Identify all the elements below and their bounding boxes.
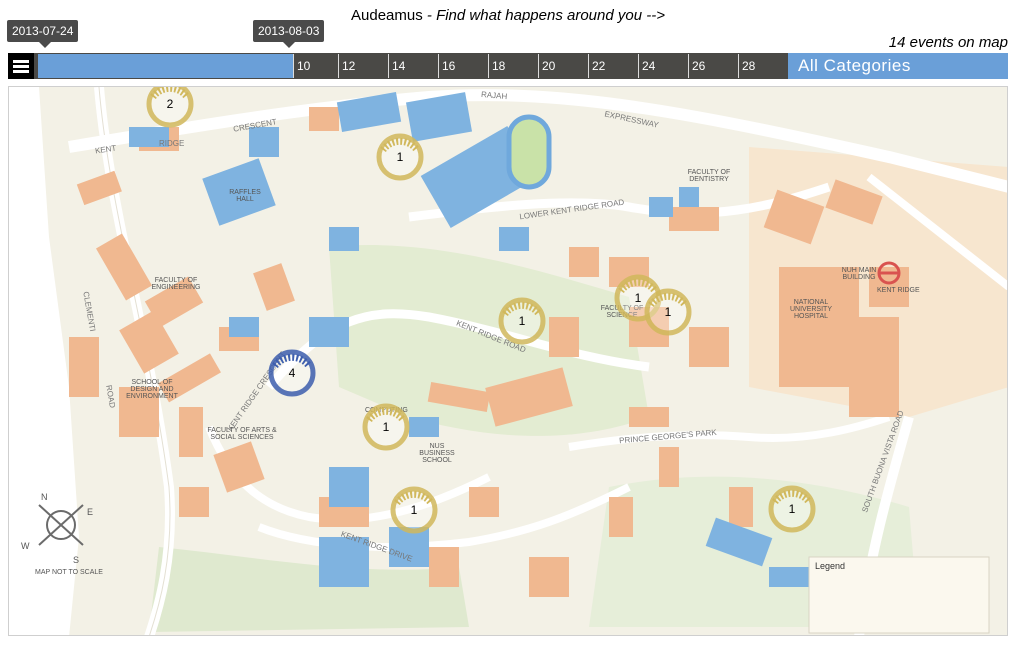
app-title: Audeamus - Find what happens around you … bbox=[0, 7, 1016, 24]
event-cluster-marker[interactable]: 1 bbox=[387, 483, 441, 537]
compass-n: N bbox=[41, 492, 48, 502]
selected-date-range[interactable] bbox=[38, 54, 294, 78]
map-label-ridge: RIDGE bbox=[159, 139, 185, 148]
cluster-count: 1 bbox=[410, 503, 418, 517]
timeline-tick: 16 bbox=[438, 54, 455, 78]
event-cluster-marker[interactable]: 1 bbox=[495, 294, 549, 348]
end-date-handle[interactable]: 2013-08-03 bbox=[253, 20, 325, 48]
event-cluster-marker[interactable]: 1 bbox=[359, 400, 413, 454]
compass-w: W bbox=[21, 541, 30, 551]
map-label-faculty-of-arts: FACULTY OF ARTS & SOCIAL SCIENCES bbox=[207, 427, 277, 441]
map-label-nuh-main-building: NUH MAIN BUILDING bbox=[841, 267, 877, 281]
campus-map[interactable]: RAJAH EXPRESSWAY KENT RIDGE CRESCENT LOW… bbox=[8, 86, 1008, 636]
timeline-slider[interactable]: 10 12 14 16 18 20 22 24 26 28 bbox=[8, 53, 788, 79]
map-base bbox=[9, 87, 1007, 635]
cluster-count: 2 bbox=[166, 97, 174, 111]
map-label-nuh: NATIONAL UNIVERSITY HOSPITAL bbox=[789, 299, 832, 320]
cluster-count: 4 bbox=[288, 366, 296, 380]
map-label-school-of-design: SCHOOL OF DESIGN AND ENVIRONMENT bbox=[126, 379, 178, 400]
timeline-tick: 24 bbox=[638, 54, 655, 78]
event-cluster-marker[interactable]: 1 bbox=[641, 285, 695, 339]
map-label-faculty-of-dentistry: FACULTY OF DENTISTRY bbox=[687, 169, 731, 183]
compass-s: S bbox=[73, 555, 80, 565]
app-tagline: - Find what happens around you --> bbox=[422, 7, 665, 24]
timeline-tick: 18 bbox=[488, 54, 505, 78]
category-filter[interactable]: All Categories bbox=[788, 53, 1008, 79]
cluster-count: 1 bbox=[396, 150, 404, 164]
compass-e: E bbox=[87, 507, 94, 517]
map-label-raffles-hall: RAFFLES HALL bbox=[229, 189, 261, 203]
timeline-tick: 14 bbox=[388, 54, 405, 78]
map-legend-title: Legend bbox=[815, 561, 846, 571]
timeline-tick: 22 bbox=[588, 54, 605, 78]
timeline-tick: 10 bbox=[293, 54, 310, 78]
app-name: Audeamus bbox=[351, 7, 423, 24]
timeline-tick: 20 bbox=[538, 54, 555, 78]
timeline-tick: 28 bbox=[738, 54, 755, 78]
cluster-count: 1 bbox=[664, 305, 672, 319]
timeline-tick: 12 bbox=[338, 54, 355, 78]
event-cluster-marker[interactable]: 1 bbox=[765, 482, 819, 536]
start-date-handle[interactable]: 2013-07-24 bbox=[7, 20, 79, 48]
event-cluster-marker[interactable]: 4 bbox=[265, 346, 319, 400]
cluster-count: 1 bbox=[382, 420, 390, 434]
event-cluster-marker[interactable]: 1 bbox=[373, 130, 427, 184]
map-label-kent-ridge-mrt: KENT RIDGE bbox=[877, 287, 920, 294]
cluster-count: 1 bbox=[518, 314, 526, 328]
menu-icon[interactable] bbox=[8, 53, 34, 79]
timeline-tick: 26 bbox=[688, 54, 705, 78]
map-label-faculty-of-engineering: FACULTY OF ENGINEERING bbox=[151, 277, 201, 291]
cluster-count: 1 bbox=[788, 502, 796, 516]
events-count: 14 events on map bbox=[888, 34, 1008, 51]
event-cluster-marker[interactable]: 2 bbox=[143, 87, 197, 131]
map-label-nus-business-school: NUS BUSINESS SCHOOL bbox=[419, 443, 455, 464]
map-not-to-scale: MAP NOT TO SCALE bbox=[35, 569, 103, 576]
